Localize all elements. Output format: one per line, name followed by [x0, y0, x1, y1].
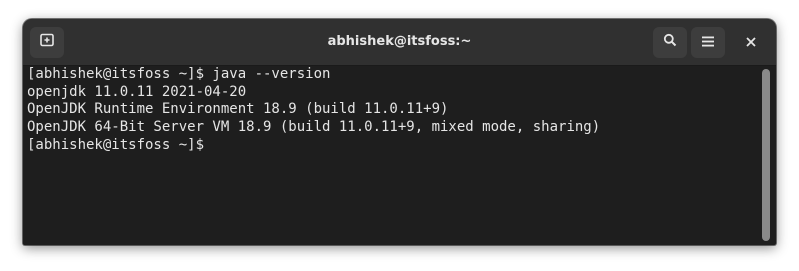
search-icon	[663, 33, 677, 52]
terminal-line-server-vm: OpenJDK 64-Bit Server VM 18.9 (build 11.…	[27, 118, 601, 135]
terminal-window: abhishek@itsfoss:~ [abhishek@itsfoss ~]$…	[23, 19, 776, 245]
terminal-output[interactable]: [abhishek@itsfoss ~]$ java --version ope…	[23, 66, 759, 245]
terminal-line-runtime: OpenJDK Runtime Environment 18.9 (build …	[27, 101, 449, 117]
titlebar: abhishek@itsfoss:~	[23, 19, 776, 66]
scrollbar[interactable]	[762, 69, 770, 241]
terminal-line-openjdk: openjdk 11.0.11 2021-04-20	[27, 83, 247, 100]
search-button[interactable]	[653, 27, 687, 58]
terminal-line-prompt: [abhishek@itsfoss ~]$	[27, 136, 600, 154]
terminal-line-command: [abhishek@itsfoss ~]$ java --version	[27, 66, 331, 82]
close-icon	[746, 34, 756, 52]
new-tab-icon	[40, 33, 54, 52]
text-cursor	[212, 136, 221, 151]
hamburger-menu-icon	[702, 34, 714, 52]
new-tab-button[interactable]	[30, 27, 64, 58]
terminal-lines: [abhishek@itsfoss ~]$ java --version ope…	[27, 66, 600, 154]
window-title: abhishek@itsfoss:~	[327, 34, 472, 49]
menu-button[interactable]	[691, 27, 725, 58]
prompt-text: [abhishek@itsfoss ~]$	[27, 137, 205, 153]
close-button[interactable]	[739, 31, 763, 55]
